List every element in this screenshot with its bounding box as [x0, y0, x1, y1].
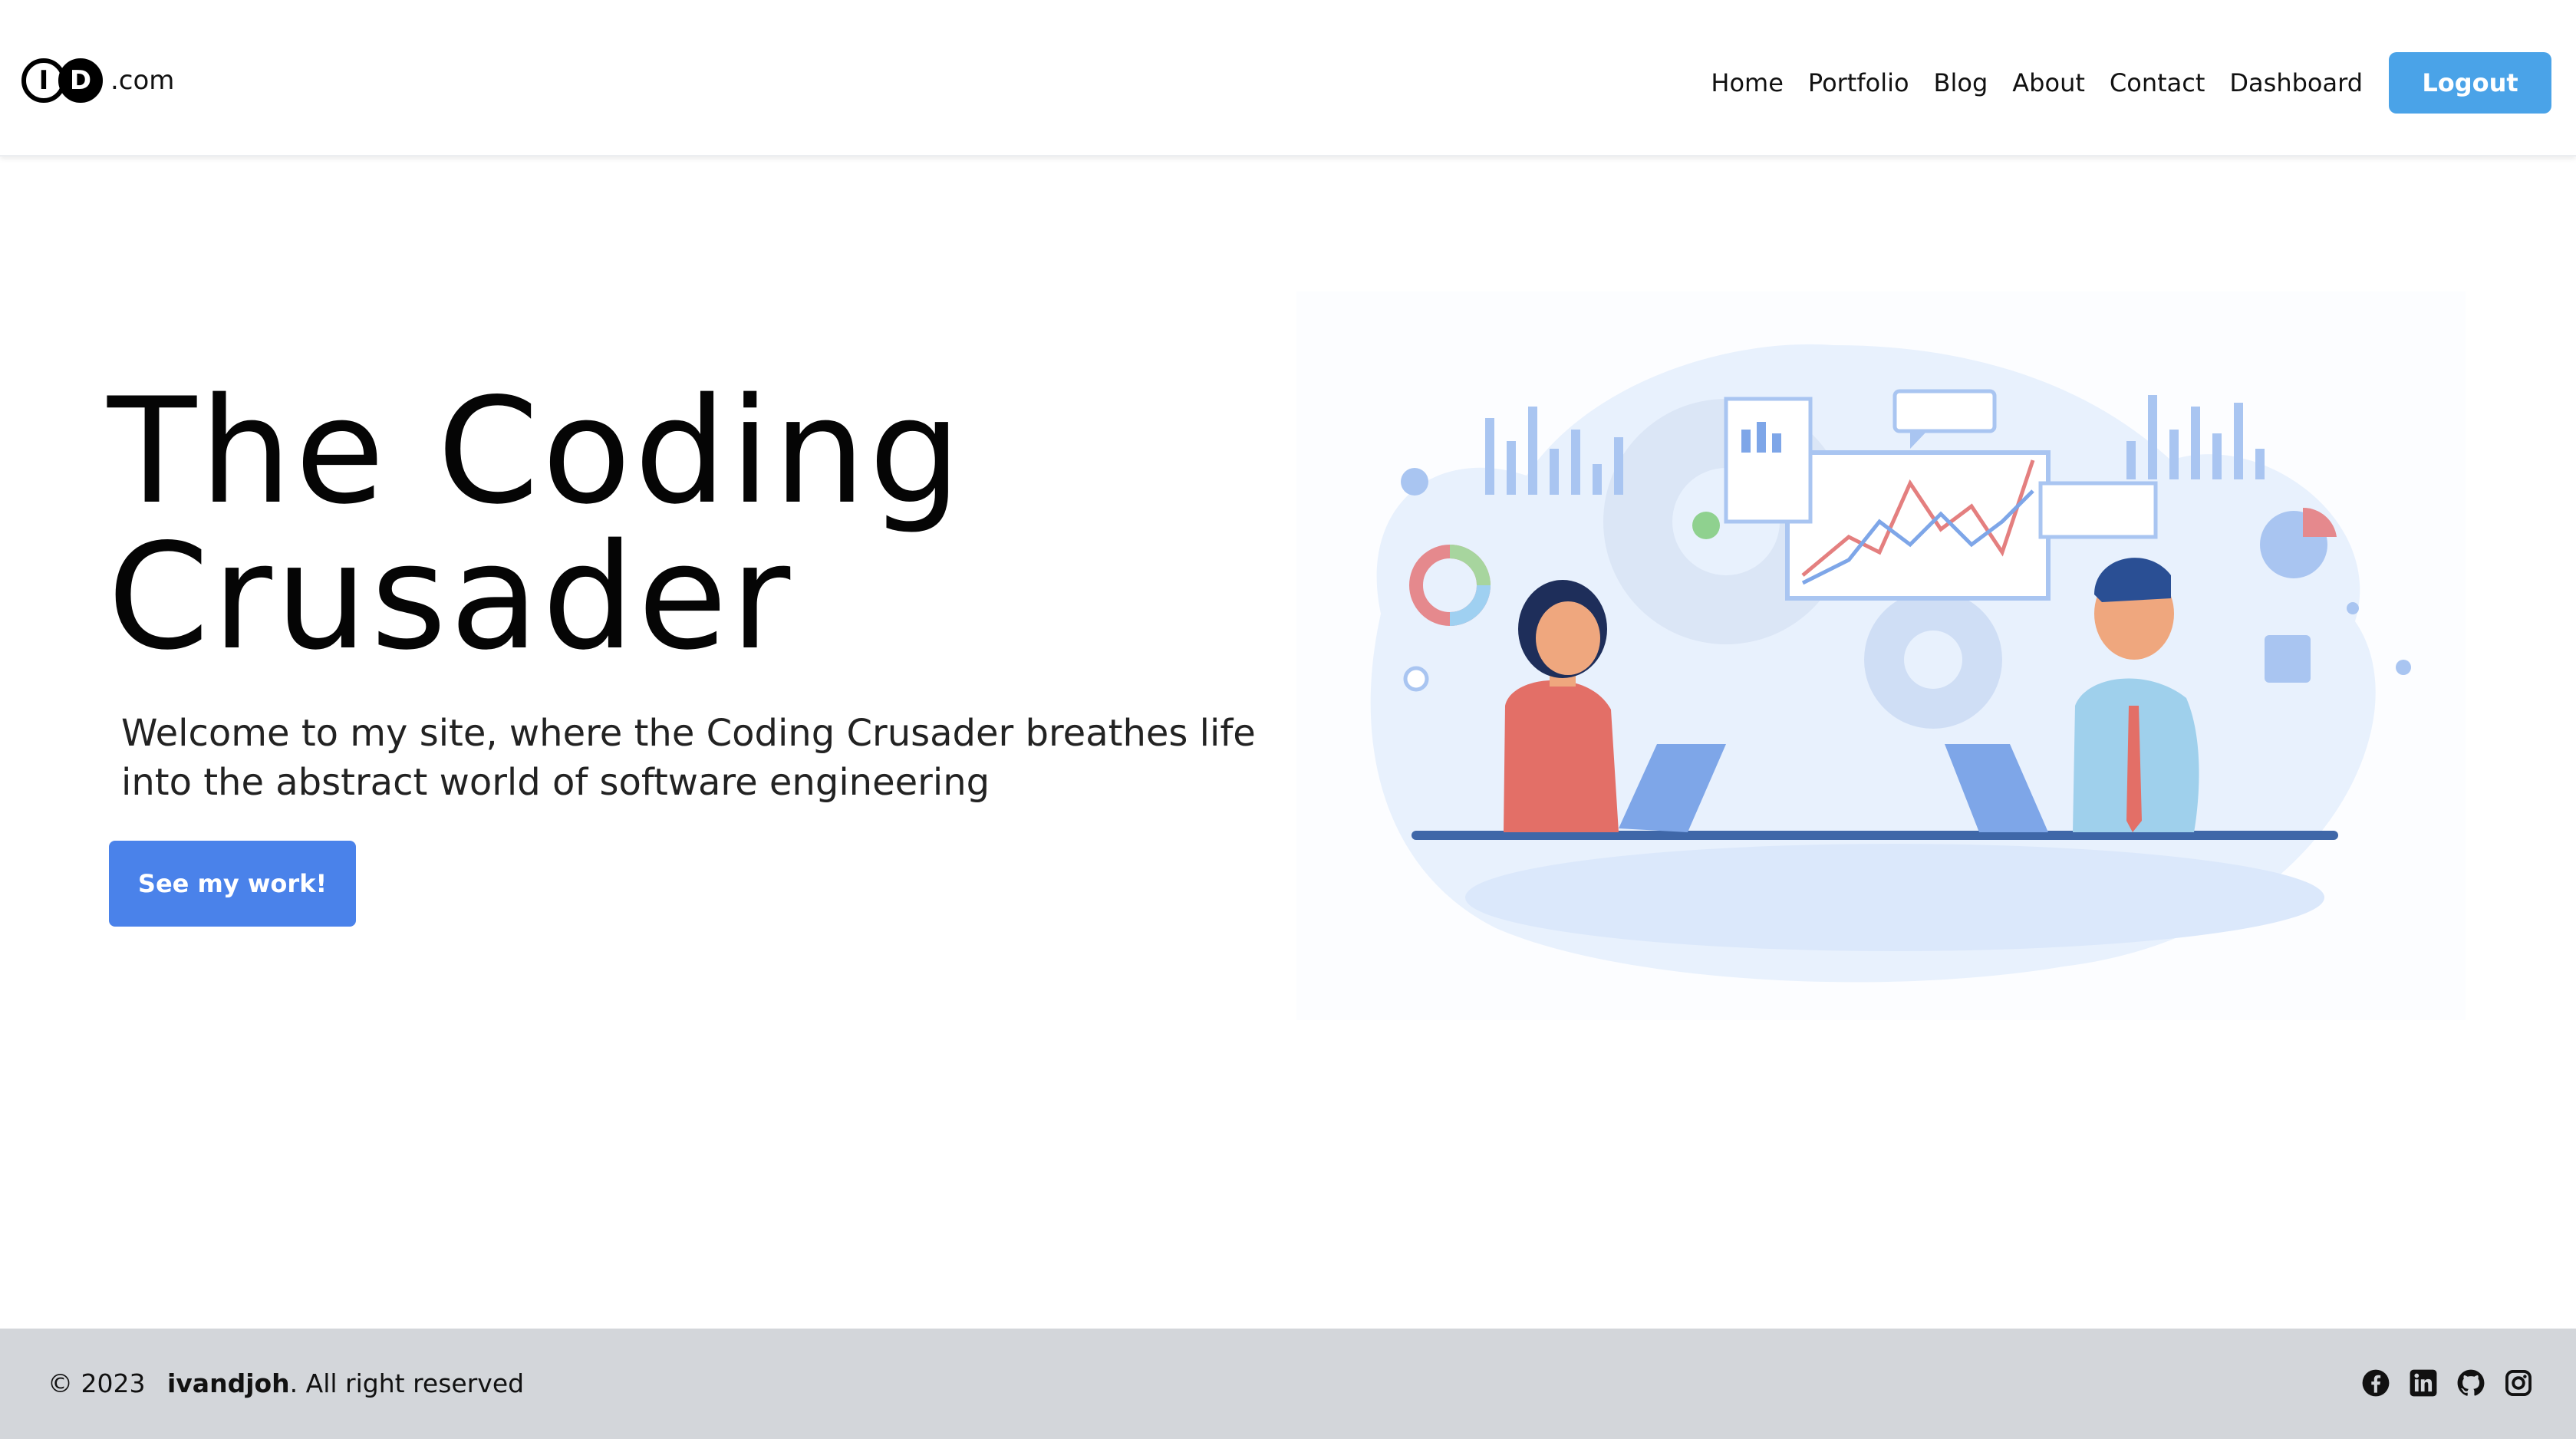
dot-decor	[2347, 602, 2359, 614]
dot-decor	[1403, 666, 1429, 692]
site-header: I D .com Home Portfolio Blog About Conta…	[0, 0, 2576, 156]
site-footer: © 2023 ivandjoh. All right reserved	[0, 1329, 2576, 1439]
hero-title-line1: The Coding	[107, 367, 965, 536]
copy-squares	[2265, 635, 2311, 683]
footer-rights: . All right reserved	[289, 1368, 525, 1398]
nav-portfolio[interactable]: Portfolio	[1808, 68, 1909, 97]
check-badge	[1692, 512, 1720, 539]
dotted-floor	[1465, 844, 2324, 951]
window-card	[2038, 481, 2158, 539]
copyright-year: © 2023	[48, 1368, 146, 1398]
instagram-icon[interactable]	[2504, 1368, 2533, 1398]
hero-illustration	[1296, 291, 2466, 1020]
see-my-work-button[interactable]: See my work!	[109, 841, 356, 927]
dot-decor	[1401, 468, 1428, 496]
hero-title-line2: Crusader	[107, 512, 794, 682]
facebook-icon[interactable]	[2361, 1368, 2390, 1398]
dot-decor	[2396, 660, 2411, 675]
hero-subtitle: Welcome to my site, where the Coding Cru…	[121, 712, 1256, 804]
main-nav: Home Portfolio Blog About Contact Dashbo…	[1686, 52, 2551, 114]
nav-blog[interactable]: Blog	[1934, 68, 1988, 97]
social-links	[2343, 1368, 2533, 1398]
hero-title: The Coding Crusader	[107, 379, 964, 670]
linkedin-icon[interactable]	[2409, 1368, 2438, 1398]
nav-home[interactable]: Home	[1711, 68, 1784, 97]
nav-about[interactable]: About	[2012, 68, 2085, 97]
github-icon[interactable]	[2456, 1368, 2485, 1398]
gear-small	[1864, 591, 2002, 729]
nav-dashboard[interactable]: Dashboard	[2229, 68, 2363, 97]
logout-button[interactable]: Logout	[2389, 52, 2551, 114]
logo-mark: I D	[21, 58, 103, 103]
team-analytics-illustration	[1370, 344, 2411, 983]
line-chart-board	[1785, 450, 2051, 601]
footer-owner: ivandjoh	[166, 1368, 290, 1398]
logo-letter-d: D	[58, 58, 103, 103]
site-logo[interactable]: I D .com	[21, 58, 174, 103]
footer-copyright: © 2023 ivandjoh. All right reserved	[48, 1368, 524, 1398]
nav-contact[interactable]: Contact	[2110, 68, 2205, 97]
document-card	[1724, 397, 1813, 524]
logo-suffix: .com	[110, 65, 175, 96]
